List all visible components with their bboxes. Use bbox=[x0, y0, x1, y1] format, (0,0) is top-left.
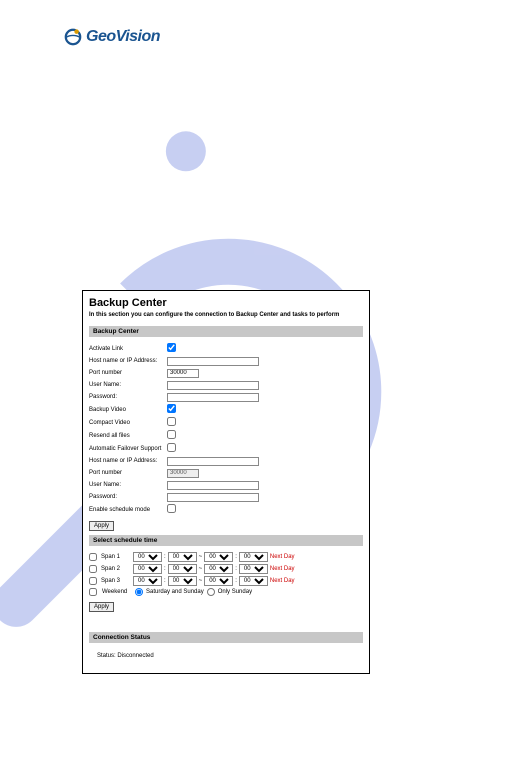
panel-description: In this section you can configure the co… bbox=[89, 312, 363, 318]
apply-button-2[interactable]: Apply bbox=[89, 602, 114, 612]
select-span1-m1[interactable]: 00 bbox=[168, 552, 197, 562]
tilde-icon: ~ bbox=[199, 566, 203, 572]
select-span2-m1[interactable]: 00 bbox=[168, 564, 197, 574]
label-host-ip-2: Host name or IP Address: bbox=[89, 458, 167, 464]
label-only-sunday: Only Sunday bbox=[218, 589, 252, 595]
label-password-2: Password: bbox=[89, 494, 167, 500]
label-span-2: Span 2 bbox=[101, 566, 131, 572]
select-span1-m2[interactable]: 00 bbox=[239, 552, 268, 562]
panel-title: Backup Center bbox=[89, 297, 363, 309]
input-password[interactable] bbox=[167, 393, 259, 402]
checkbox-auto-failover[interactable] bbox=[167, 443, 176, 452]
checkbox-span-3[interactable] bbox=[89, 577, 97, 585]
label-sat-sun: Saturday and Sunday bbox=[146, 589, 204, 595]
checkbox-backup-video[interactable] bbox=[167, 404, 176, 413]
select-span1-h2[interactable]: 00 bbox=[204, 552, 233, 562]
radio-only-sunday[interactable] bbox=[207, 588, 215, 596]
label-backup-video: Backup Video bbox=[89, 407, 167, 413]
input-host-ip-2[interactable] bbox=[167, 457, 259, 466]
checkbox-enable-schedule[interactable] bbox=[167, 504, 176, 513]
backup-center-panel: Backup Center In this section you can co… bbox=[82, 290, 370, 674]
input-port[interactable] bbox=[167, 369, 199, 378]
select-span1-h1[interactable]: 00 bbox=[133, 552, 162, 562]
label-port: Port number bbox=[89, 370, 167, 376]
brand-logo: GeoVision bbox=[64, 28, 160, 46]
select-span3-m2[interactable]: 00 bbox=[239, 576, 268, 586]
next-day-1: Next Day bbox=[270, 554, 295, 560]
apply-button-1[interactable]: Apply bbox=[89, 521, 114, 531]
select-span3-h1[interactable]: 00 bbox=[133, 576, 162, 586]
input-username[interactable] bbox=[167, 381, 259, 390]
label-weekend: Weekend bbox=[102, 589, 132, 595]
select-span3-h2[interactable]: 00 bbox=[204, 576, 233, 586]
section-schedule: Select schedule time bbox=[89, 535, 363, 546]
checkbox-resend-all[interactable] bbox=[167, 430, 176, 439]
next-day-3: Next Day bbox=[270, 578, 295, 584]
label-span-3: Span 3 bbox=[101, 578, 131, 584]
globe-icon bbox=[64, 28, 82, 46]
tilde-icon: ~ bbox=[199, 578, 203, 584]
input-host-ip[interactable] bbox=[167, 357, 259, 366]
checkbox-span-2[interactable] bbox=[89, 565, 97, 573]
label-enable-schedule: Enable schedule mode bbox=[89, 507, 167, 513]
label-port-2: Port number bbox=[89, 470, 167, 476]
input-password-2[interactable] bbox=[167, 493, 259, 502]
input-username-2[interactable] bbox=[167, 481, 259, 490]
checkbox-span-1[interactable] bbox=[89, 553, 97, 561]
label-compact-video: Compact Video bbox=[89, 420, 167, 426]
input-port-2[interactable] bbox=[167, 469, 199, 478]
label-password: Password: bbox=[89, 394, 167, 400]
label-username: User Name: bbox=[89, 382, 167, 388]
select-span3-m1[interactable]: 00 bbox=[168, 576, 197, 586]
status-text: Status: Disconnected bbox=[89, 649, 363, 663]
label-activate-link: Activate Link bbox=[89, 346, 167, 352]
checkbox-activate-link[interactable] bbox=[167, 343, 176, 352]
next-day-2: Next Day bbox=[270, 566, 295, 572]
checkbox-compact-video[interactable] bbox=[167, 417, 176, 426]
checkbox-weekend[interactable] bbox=[89, 588, 97, 596]
label-host-ip: Host name or IP Address: bbox=[89, 358, 167, 364]
select-span2-h1[interactable]: 00 bbox=[133, 564, 162, 574]
section-backup-center: Backup Center bbox=[89, 326, 363, 337]
section-connection-status: Connection Status bbox=[89, 632, 363, 643]
label-auto-failover: Automatic Failover Support bbox=[89, 446, 167, 452]
select-span2-m2[interactable]: 00 bbox=[239, 564, 268, 574]
label-username-2: User Name: bbox=[89, 482, 167, 488]
select-span2-h2[interactable]: 00 bbox=[204, 564, 233, 574]
brand-text: GeoVision bbox=[86, 28, 160, 46]
radio-sat-sun[interactable] bbox=[135, 588, 143, 596]
label-span-1: Span 1 bbox=[101, 554, 131, 560]
label-resend-all: Resend all files bbox=[89, 433, 167, 439]
tilde-icon: ~ bbox=[199, 554, 203, 560]
